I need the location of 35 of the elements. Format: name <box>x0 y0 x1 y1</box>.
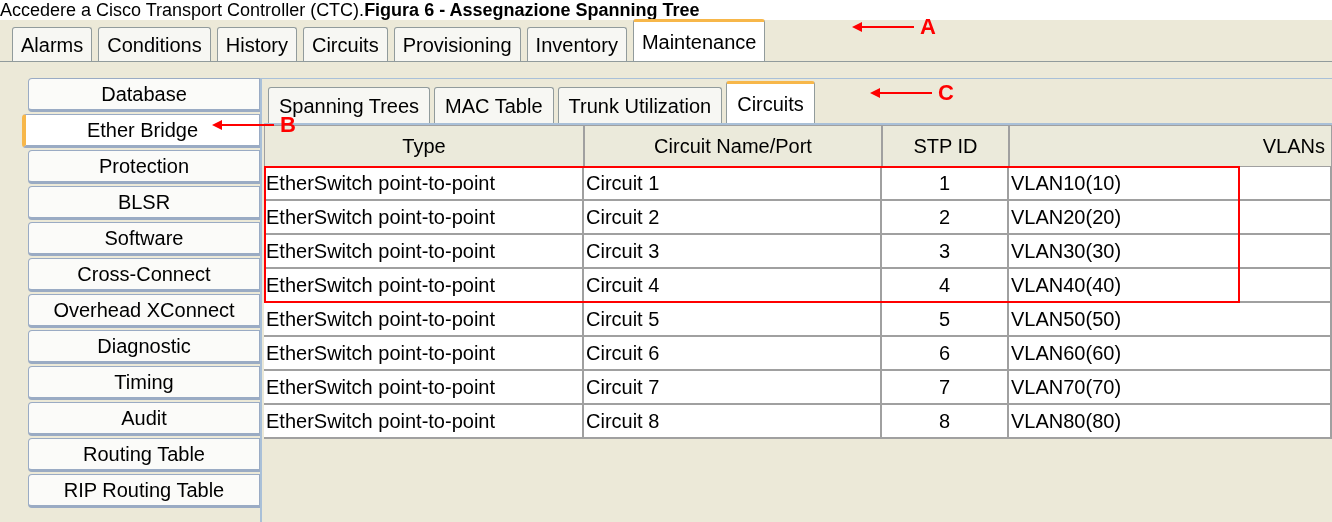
tab[interactable]: History <box>216 27 297 61</box>
side-tab[interactable]: Protection <box>28 150 260 184</box>
subtab[interactable]: MAC Table <box>434 87 554 123</box>
annotation-arrow <box>870 86 934 100</box>
table-cell: EtherSwitch point-to-point <box>264 405 584 439</box>
side-tab[interactable]: Overhead XConnect <box>28 294 260 328</box>
side-tab[interactable]: Timing <box>28 366 260 400</box>
table-cell: VLAN80(80) <box>1009 405 1332 439</box>
side-tab[interactable]: Ether Bridge <box>22 114 260 148</box>
side-tab[interactable]: Audit <box>28 402 260 436</box>
tab[interactable]: Circuits <box>303 27 388 61</box>
column-header[interactable]: Circuit Name/Port <box>584 125 882 167</box>
side-tab[interactable]: RIP Routing Table <box>28 474 260 508</box>
annotation-arrow <box>212 118 276 132</box>
side-tab[interactable]: Software <box>28 222 260 256</box>
column-header[interactable]: STP ID <box>882 125 1009 167</box>
tab[interactable]: Conditions <box>98 27 211 61</box>
figure-caption: Accedere a Cisco Transport Controller (CTC).Figura 6 - Assegnazione Spanning Tree <box>0 0 701 20</box>
side-tab[interactable]: Cross-Connect <box>28 258 260 292</box>
tab[interactable]: Provisioning <box>393 27 521 61</box>
side-tab[interactable]: Routing Table <box>28 438 260 472</box>
annotation-arrow <box>852 20 916 34</box>
tab[interactable]: Alarms <box>12 27 93 61</box>
table-cell: 8 <box>882 405 1009 439</box>
tab[interactable]: Maintenance <box>632 19 766 61</box>
side-tab[interactable]: Database <box>28 78 260 112</box>
tab[interactable]: Inventory <box>526 27 627 61</box>
side-tab[interactable]: BLSR <box>28 186 260 220</box>
subtab[interactable]: Circuits <box>726 81 815 123</box>
annotation-label: A <box>920 16 936 38</box>
subtab[interactable]: Trunk Utilization <box>557 87 723 123</box>
side-tab[interactable]: Diagnostic <box>28 330 260 364</box>
table-cell: Circuit 8 <box>584 405 882 439</box>
annotation-label: C <box>938 82 954 104</box>
column-header[interactable]: VLANs <box>1009 125 1332 167</box>
